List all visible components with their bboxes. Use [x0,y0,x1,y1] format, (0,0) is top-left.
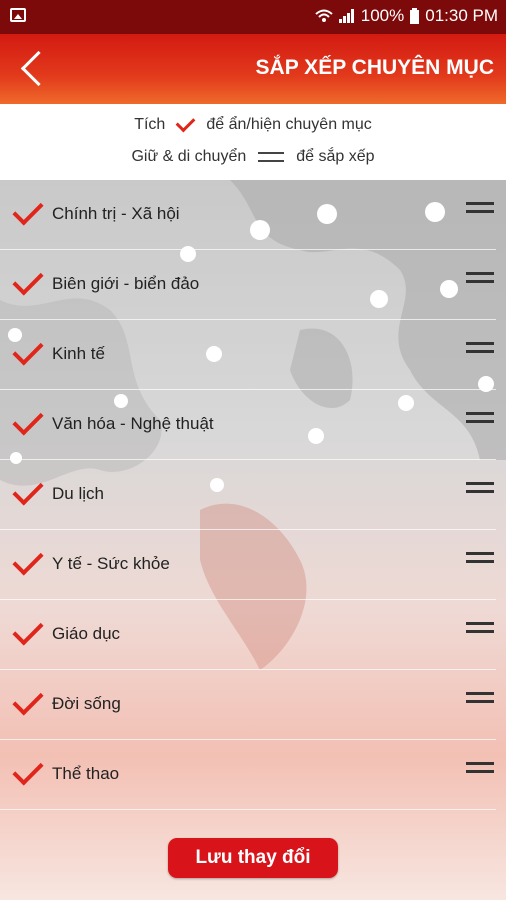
battery-icon [410,8,420,24]
category-list[interactable]: Chính trị - Xã hội Biên giới - biển đảo Ki… [0,180,506,900]
wifi-icon [315,9,333,22]
check-icon[interactable] [12,334,44,366]
category-label: Đời sống [52,694,121,713]
page-title: SẮP XẾP CHUYÊN MỤC [255,56,494,79]
drag-handle-icon [258,152,285,162]
category-row[interactable]: Du lịch [0,460,506,530]
drag-handle-icon[interactable] [466,692,494,710]
check-icon[interactable] [12,684,44,716]
check-icon[interactable] [12,194,44,226]
check-icon[interactable] [12,474,44,506]
gallery-icon [10,8,26,22]
category-row[interactable]: Văn hóa - Nghệ thuật [0,390,506,460]
category-label: Y tế - Sức khỏe [52,554,170,573]
check-icon[interactable] [12,614,44,646]
drag-handle-icon[interactable] [466,622,494,640]
category-row[interactable]: Đời sống [0,670,506,740]
category-row[interactable]: Biên giới - biển đảo [0,250,506,320]
category-row[interactable]: Chính trị - Xã hội [0,180,506,250]
category-label: Thể thao [52,764,120,783]
signal-icon [338,9,355,23]
category-row[interactable]: Y tế - Sức khỏe [0,530,506,600]
check-icon[interactable] [12,544,44,576]
hint-tick-suffix: để ẩn/hiện chuyên mục [206,116,372,133]
save-changes-button[interactable]: Lưu thay đổi [168,838,338,878]
category-label: Biên giới - biển đảo [52,274,200,293]
drag-handle-icon[interactable] [466,552,494,570]
drag-handle-icon[interactable] [466,272,494,290]
hint-drag-prefix: Giữ & di chuyển [131,148,247,165]
category-label: Chính trị - Xã hội [52,204,180,223]
row-divider [0,809,496,810]
category-label: Văn hóa - Nghệ thuật [52,414,214,433]
drag-handle-icon[interactable] [466,202,494,220]
instructions: Tích để ẩn/hiện chuyên mục Giữ & di chuy… [0,104,506,180]
battery-level: 100% [360,6,405,25]
category-row[interactable]: Giáo dục [0,600,506,670]
category-label: Giáo dục [52,624,121,643]
category-label: Du lịch [52,484,104,503]
category-row[interactable]: Thể thao [0,740,506,810]
check-icon [175,112,196,132]
back-arrow-icon[interactable] [14,50,50,88]
drag-handle-icon[interactable] [466,412,494,430]
drag-handle-icon[interactable] [466,762,494,780]
category-row[interactable]: Kinh tế [0,320,506,390]
status-bar: 100% 01:30 PM [0,0,506,34]
check-icon[interactable] [12,404,44,436]
check-icon[interactable] [12,264,44,296]
check-icon[interactable] [12,754,44,786]
category-label: Kinh tế [52,344,105,363]
drag-handle-icon[interactable] [466,342,494,360]
drag-handle-icon[interactable] [466,482,494,500]
clock: 01:30 PM [425,6,498,25]
hint-tick-prefix: Tích [134,116,166,133]
app-bar: SẮP XẾP CHUYÊN MỤC [0,34,506,104]
hint-drag-suffix: để sắp xếp [296,148,375,165]
